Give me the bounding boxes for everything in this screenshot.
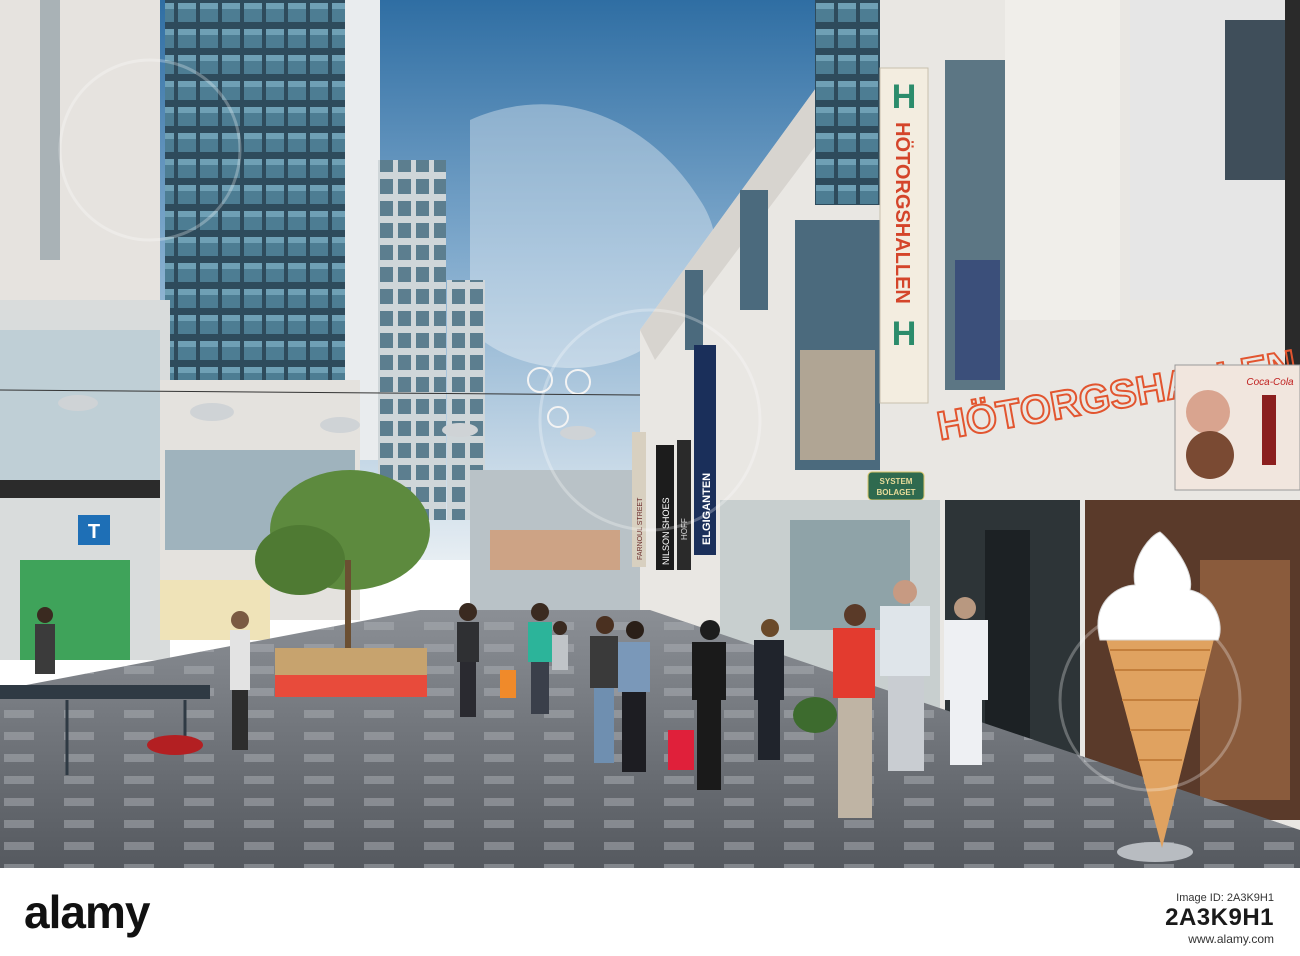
mid-tower: [378, 160, 446, 520]
image-id-block: Image ID: 2A3K9H1 2A3K9H1 www.alamy.com: [1165, 892, 1274, 946]
svg-text:SYSTEM: SYSTEM: [880, 477, 913, 486]
farnoul-banner: FARNOUL STREET: [632, 432, 646, 567]
svg-text:alamy: alamy: [24, 888, 151, 938]
svg-text:BOLAGET: BOLAGET: [876, 488, 915, 497]
metro-sign: T: [78, 515, 110, 545]
svg-text:NILSON SHOES: NILSON SHOES: [661, 497, 671, 565]
street-photo: T H H HÖTORGSHALLEN HÖTORGSHALLEN ELGIGA…: [0, 0, 1300, 868]
coca-cola-ad: Coca-Cola: [1174, 364, 1300, 491]
svg-text:HÖTORGSHALLEN: HÖTORGSHALLEN: [891, 122, 914, 304]
hotorgshallen-vertical-sign: H H HÖTORGSHALLEN: [879, 67, 929, 404]
svg-text:HOFF: HOFF: [680, 518, 689, 540]
systembolaget-sign: SYSTEM BOLAGET: [867, 471, 925, 501]
left-white-building: [0, 0, 160, 330]
image-id-label: Image ID: 2A3K9H1: [1176, 892, 1274, 904]
svg-text:H: H: [892, 315, 917, 353]
svg-text:ELGIGANTEN: ELGIGANTEN: [701, 473, 713, 545]
planter: [793, 697, 837, 733]
svg-text:Coca-Cola: Coca-Cola: [1246, 377, 1294, 388]
elgiganten-banner: ELGIGANTEN: [694, 345, 716, 555]
svg-text:FARNOUL STREET: FARNOUL STREET: [637, 497, 644, 560]
nilson-shoes-banner: NILSON SHOES: [656, 445, 674, 570]
stock-photo-frame: T H H HÖTORGSHALLEN HÖTORGSHALLEN ELGIGA…: [0, 0, 1300, 956]
ping-pong-table: [0, 685, 210, 699]
image-id: 2A3K9H1: [1165, 904, 1274, 931]
alamy-url: www.alamy.com: [1188, 932, 1274, 946]
svg-text:T: T: [88, 521, 100, 543]
svg-text:H: H: [892, 78, 917, 116]
footer-bar: alamy Image ID: 2A3K9H1 2A3K9H1 www.alam…: [0, 868, 1300, 956]
hoff-banner: HOFF: [677, 440, 691, 570]
alamy-logo: alamy: [24, 888, 152, 938]
